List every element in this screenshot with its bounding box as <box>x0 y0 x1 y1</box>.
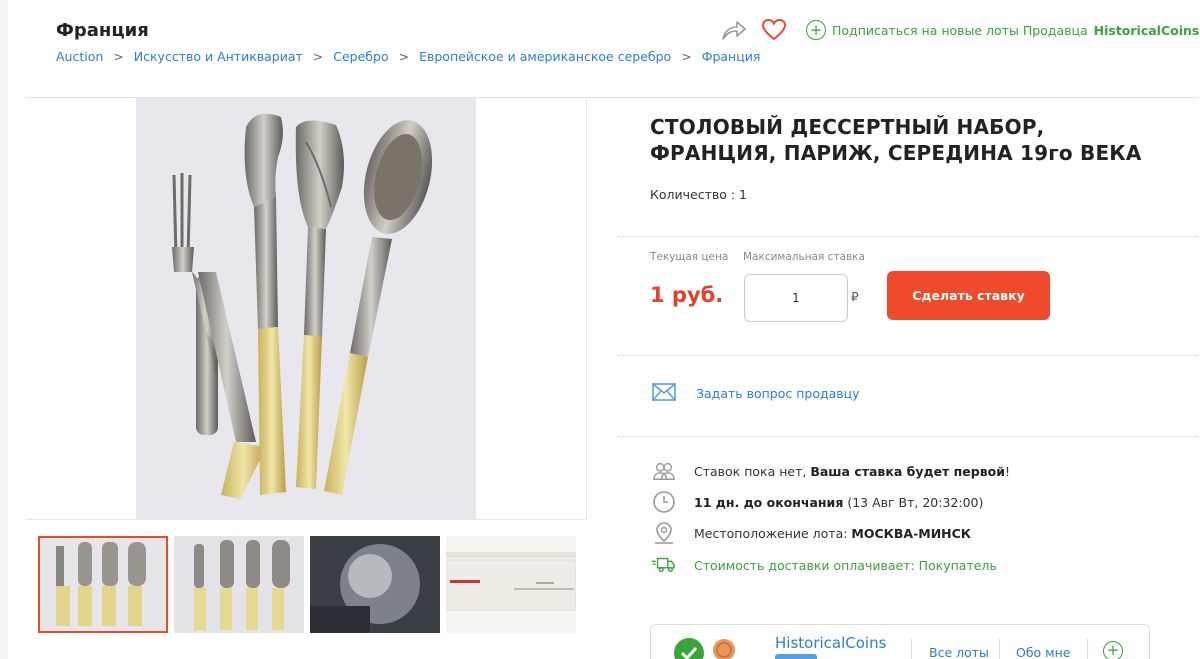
location-label: Местоположение лота: <box>694 525 852 541</box>
divider <box>911 639 912 659</box>
about-me-link[interactable]: Обо мне <box>1016 645 1070 659</box>
plus-circle-icon: + <box>806 20 826 40</box>
all-lots-link[interactable]: Все лоты <box>929 645 989 659</box>
time-left-text: 11 дн. до окончания (13 Авг Вт, 20:32:00… <box>694 495 983 510</box>
divider <box>999 639 1000 659</box>
share-icon[interactable] <box>720 16 748 44</box>
check-icon <box>673 637 705 659</box>
shipping-text: Стоимость доставки оплачивает: Покупател… <box>694 557 997 573</box>
category-title: Франция <box>56 20 149 41</box>
seller-rating-badge <box>775 654 817 659</box>
location-text: Местоположение лота: МОСКВА-МИНСК <box>694 526 971 541</box>
breadcrumb-separator: > <box>312 49 324 64</box>
bids-text-plain: Ставок пока нет, <box>694 463 811 479</box>
lot-page: Франция Auction > Искусство и Антиквариа… <box>8 0 1200 659</box>
breadcrumb-item-france[interactable]: Франция <box>702 49 761 64</box>
breadcrumb-separator: > <box>681 49 692 64</box>
photo-gallery <box>26 97 587 520</box>
current-price-label: Текущая цена <box>650 251 729 263</box>
envelope-icon <box>652 383 676 404</box>
breadcrumb-separator: > <box>398 49 410 64</box>
divider <box>618 436 1198 437</box>
time-left-date: (13 Авг Вт, 20:32:00) <box>843 494 984 510</box>
divider <box>618 236 1198 237</box>
subscribe-text: Подписаться на новые лоты Продавца <box>832 22 1088 38</box>
thumbnail-1[interactable] <box>38 536 168 633</box>
current-price: 1 руб. <box>650 283 724 307</box>
shipping-info[interactable]: Стоимость доставки оплачивает: Покупател… <box>652 553 997 577</box>
truck-icon <box>652 553 676 577</box>
lot-title: СТОЛОВЫЙ ДЕССЕРТНЫЙ НАБОР, ФРАНЦИЯ, ПАРИ… <box>650 115 1142 165</box>
location-icon <box>652 521 676 545</box>
lot-quantity: Количество : 1 <box>650 187 747 202</box>
thumbnail-3[interactable] <box>310 536 440 633</box>
breadcrumb-item-euro-silver[interactable]: Европейское и американское серебро <box>419 49 671 64</box>
bids-text-end: ! <box>1004 463 1010 479</box>
subscribe-seller-name: HistoricalCoins <box>1093 22 1200 38</box>
main-lot-photo[interactable] <box>136 97 476 520</box>
clock-icon <box>652 490 676 514</box>
heart-icon[interactable] <box>760 16 788 44</box>
location-value: МОСКВА-МИНСК <box>851 525 972 541</box>
breadcrumb-separator: > <box>113 49 124 64</box>
follow-seller-icon[interactable]: + <box>1103 641 1123 659</box>
bids-info: Ставок пока нет, Ваша ставка будет перво… <box>652 459 1010 483</box>
time-left-info: 11 дн. до окончания (13 Авг Вт, 20:32:00… <box>652 490 983 514</box>
bids-text: Ставок пока нет, Ваша ставка будет перво… <box>694 464 1010 479</box>
time-left-bold: 11 дн. до окончания <box>694 494 844 510</box>
seller-card: HistoricalCoins Все лоты Обо мне + <box>650 624 1150 659</box>
place-bid-button[interactable]: Сделать ставку <box>887 271 1050 320</box>
breadcrumb: Auction > Искусство и Антиквариат > Сере… <box>56 49 760 64</box>
breadcrumb-item-silver[interactable]: Серебро <box>333 49 388 64</box>
max-bid-input[interactable] <box>744 274 848 322</box>
seller-name[interactable]: HistoricalCoins <box>775 634 886 652</box>
max-bid-label: Максимальная ставка <box>743 251 865 263</box>
medal-icon <box>711 637 737 659</box>
cutlery-image <box>172 113 433 499</box>
top-actions: + Подписаться на новые лоты Продавца His… <box>720 16 1199 44</box>
divider <box>1087 639 1088 659</box>
thumbnail-4[interactable] <box>446 536 576 633</box>
users-icon <box>652 459 676 483</box>
thumbnail-2[interactable] <box>174 536 304 633</box>
breadcrumb-item-art[interactable]: Искусство и Антиквариат <box>134 49 303 64</box>
breadcrumb-item-auction[interactable]: Auction <box>56 49 103 64</box>
location-info: Местоположение лота: МОСКВА-МИНСК <box>652 521 971 545</box>
ask-seller-link[interactable]: Задать вопрос продавцу <box>652 383 860 404</box>
ask-seller-text: Задать вопрос продавцу <box>696 386 860 401</box>
divider <box>618 355 1198 356</box>
subscribe-seller-link[interactable]: + Подписаться на новые лоты Продавца His… <box>806 20 1199 40</box>
bids-text-bold: Ваша ставка будет первой <box>810 463 1005 479</box>
thumbnail-strip <box>38 536 576 633</box>
ruble-sign: ₽ <box>851 290 859 304</box>
